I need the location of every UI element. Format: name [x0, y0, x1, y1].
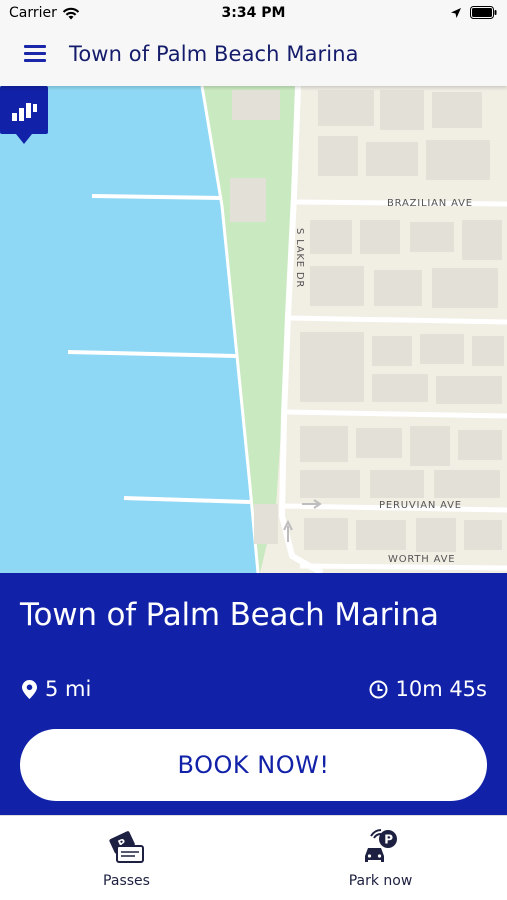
venue-info-panel: Town of Palm Beach Marina 5 mi 10m 45s B… [0, 573, 507, 815]
street-label-peruvian: PERUVIAN AVE [379, 500, 462, 511]
battery-icon [470, 6, 497, 19]
duration-info: 10m 45s [369, 677, 487, 701]
location-pin-icon [22, 679, 37, 699]
park-now-car-icon: P [364, 829, 397, 862]
tab-park-now-label: Park now [348, 873, 413, 889]
book-now-button[interactable]: BOOK NOW! [20, 729, 487, 801]
tab-bar: P Passes P Park now [0, 815, 507, 900]
venue-name: Town of Palm Beach Marina [20, 597, 439, 633]
duration-value: 10m 45s [395, 677, 487, 701]
map-view[interactable]: BRAZILIAN AVE S LAKE DR PERUVIAN AVE WOR… [0, 86, 507, 573]
tab-passes[interactable]: P Passes [0, 816, 253, 900]
tab-passes-label: Passes [103, 873, 150, 889]
street-label-worth: WORTH AVE [388, 554, 456, 565]
marina-pin-icon[interactable] [0, 86, 48, 144]
location-arrow-icon [451, 7, 461, 18]
status-time: 3:34 PM [221, 5, 286, 21]
street-label-lake-dr: S LAKE DR [294, 228, 305, 289]
hamburger-menu-icon[interactable] [24, 45, 46, 67]
distance-info: 5 mi [22, 677, 91, 701]
app-header: Town of Palm Beach Marina [0, 28, 507, 86]
tab-park-now[interactable]: P Park now [254, 816, 507, 900]
status-indicators [450, 6, 497, 19]
passes-ticket-icon: P [108, 831, 144, 863]
distance-value: 5 mi [45, 677, 92, 701]
street-label-brazilian: BRAZILIAN AVE [387, 198, 473, 209]
svg-text:P: P [384, 833, 393, 847]
clock-icon [369, 680, 388, 698]
status-bar: Carrier 3:34 PM [0, 0, 507, 28]
page-title: Town of Palm Beach Marina [69, 42, 359, 66]
